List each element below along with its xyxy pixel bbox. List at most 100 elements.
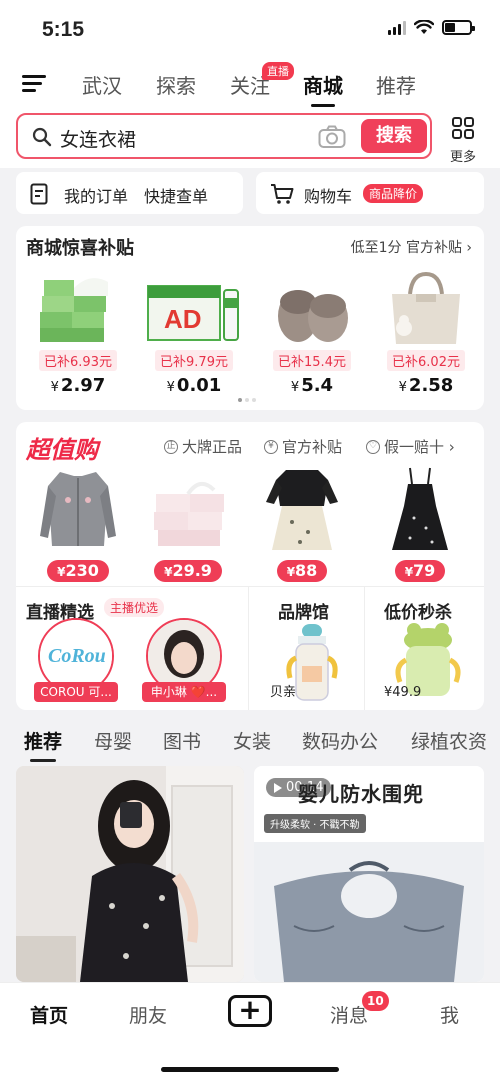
play-icon — [274, 782, 282, 793]
flash-sale-price: ¥49.9 — [384, 685, 422, 700]
deal-product[interactable]: ¥79 — [374, 466, 466, 582]
subsidy-price: ¥2.97 — [50, 375, 106, 396]
tab-home[interactable]: 首页 — [30, 1001, 68, 1028]
top-nav: 武汉 探索 关注 直播 商城 推荐 — [0, 58, 500, 108]
tab-wuhan[interactable]: 武汉 — [82, 70, 122, 99]
bottom-tab-bar: 首页 朋友 + 消息 10 我 — [0, 982, 500, 1082]
tab-mall[interactable]: 商城 — [303, 70, 343, 107]
anchor-name: 申小琳 ❤️... — [142, 682, 226, 702]
subsidy-card: 商城惊喜补贴 低至1分 官方补贴 › 已补6.93元 ¥2.97 AD 已补9.… — [16, 226, 484, 410]
category-tab-recommend[interactable]: 推荐 — [24, 727, 62, 762]
subsidy-price: ¥0.01 — [166, 375, 222, 396]
feed-card[interactable]: 00:14 婴儿防水围兜 升级柔软 · 不戳不勒 — [254, 766, 484, 982]
category-tab-books[interactable]: 图书 — [163, 727, 201, 754]
tab-explore[interactable]: 探索 — [156, 70, 196, 99]
svg-text:CoRou: CoRou — [48, 645, 106, 667]
tab-recommend[interactable]: 推荐 — [376, 70, 416, 99]
slippers-image — [262, 272, 362, 346]
feed-photo-woman — [16, 766, 244, 982]
subsidy-tag: 已补6.02元 — [387, 350, 465, 371]
tab-me[interactable]: 我 — [440, 1001, 459, 1028]
two-piece-dress-image — [262, 466, 342, 552]
subsidy-tag: 已补6.93元 — [39, 350, 117, 371]
category-tab-womenswear[interactable]: 女装 — [233, 727, 271, 754]
category-tab-mother-baby[interactable]: 母婴 — [94, 727, 132, 754]
live-badge: 直播 — [262, 62, 294, 80]
subsidy-tag: 已补9.79元 — [155, 350, 233, 371]
cart-icon — [271, 184, 294, 204]
subsidy-product[interactable]: AD 已补9.79元 ¥0.01 — [142, 272, 246, 396]
status-icons — [388, 20, 475, 35]
camera-icon[interactable] — [318, 125, 346, 149]
price-drop-badge: 商品降价 — [363, 184, 424, 203]
divider — [248, 586, 249, 710]
menu-icon[interactable] — [22, 75, 46, 93]
subsidy-price: ¥2.58 — [398, 375, 454, 396]
subsidy-product[interactable]: 已补15.4元 ¥5.4 — [260, 272, 364, 396]
subsidy-tag: 已补15.4元 — [273, 350, 351, 371]
category-tab-plants[interactable]: 绿植农资 — [411, 727, 487, 754]
flash-sale-product[interactable]: ¥49.9 — [376, 618, 466, 706]
deal-feature: ¥ 官方补贴 — [264, 436, 342, 457]
cardigan-image — [38, 466, 118, 552]
search-icon — [32, 127, 52, 147]
feed-headline: 婴儿防水围兜 — [298, 782, 424, 806]
divider — [364, 586, 365, 710]
cellular-signal-icon — [388, 20, 406, 35]
home-indicator — [161, 1067, 339, 1072]
tissue-image — [28, 272, 128, 346]
deal-card: 超值购 正 大牌正品 ¥ 官方补贴 ♡ 假一赔十 › ¥230 ¥29.9 ¥8… — [16, 422, 484, 710]
deal-product[interactable]: ¥230 — [32, 466, 124, 582]
deal-product[interactable]: ¥88 — [256, 466, 348, 582]
status-bar: 5:15 — [0, 0, 500, 58]
messages-badge: 10 — [362, 991, 389, 1011]
tissue-pack-image — [148, 466, 228, 552]
deal-price: ¥230 — [47, 560, 109, 582]
create-button[interactable]: + — [228, 995, 272, 1027]
cart-label: 购物车 — [304, 187, 353, 206]
feed-card[interactable] — [16, 766, 244, 982]
tab-friends[interactable]: 朋友 — [129, 1001, 167, 1028]
anchor-picks-badge: 主播优选 — [104, 598, 165, 617]
deal-logo: 超值购 — [26, 436, 98, 464]
subsidy-product[interactable]: 已补6.93元 ¥2.97 — [26, 272, 130, 396]
more-button[interactable]: 更多 — [446, 116, 480, 165]
subsidy-title: 商城惊喜补贴 — [26, 238, 134, 259]
order-list-icon — [30, 183, 48, 205]
slip-dress-image — [380, 466, 460, 552]
subsidy-product[interactable]: 已补6.02元 ¥2.58 — [374, 271, 478, 396]
wifi-icon — [414, 20, 434, 34]
deal-feature: 正 大牌正品 — [164, 436, 242, 457]
deal-feature-link[interactable]: ♡ 假一赔十 › — [366, 436, 455, 457]
anchor-name: COROU 可... — [34, 682, 118, 702]
live-anchor[interactable]: CoRou COROU 可... — [34, 618, 118, 702]
search-input[interactable]: 女连衣裙 搜索 — [16, 113, 432, 159]
subsidy-icon: ¥ — [264, 439, 278, 454]
search-button[interactable]: 搜索 — [361, 119, 427, 153]
brand-product[interactable]: 贝亲 — [262, 618, 352, 706]
handbag-image — [376, 271, 476, 346]
more-label: 更多 — [449, 150, 476, 165]
category-tab-digital-office[interactable]: 数码办公 — [302, 727, 378, 754]
deal-price: ¥88 — [276, 560, 328, 582]
live-anchor[interactable]: 申小琳 ❤️... — [142, 618, 226, 702]
guarantee-icon: ♡ — [366, 439, 380, 454]
deal-price: ¥29.9 — [154, 560, 222, 582]
deal-product[interactable]: ¥29.9 — [142, 466, 234, 582]
subsidy-more-link[interactable]: 低至1分 官方补贴 › — [351, 237, 472, 257]
brand-label: 贝亲 — [270, 685, 297, 700]
status-time: 5:15 — [42, 18, 85, 41]
svg-text:AD: AD — [164, 304, 202, 334]
carousel-indicator — [238, 398, 256, 402]
cart-button[interactable]: 购物车 商品降价 — [256, 172, 484, 214]
category-tabs: 推荐 母婴 图书 女装 数码办公 绿植农资 — [0, 716, 500, 762]
subsidy-price: ¥5.4 — [290, 375, 334, 396]
divider — [16, 586, 484, 587]
quick-check-label[interactable]: 快捷查单 — [144, 183, 208, 207]
search-query: 女连衣裙 — [60, 129, 137, 151]
authentic-icon: 正 — [164, 439, 178, 454]
search-area: 女连衣裙 搜索 更多 — [0, 108, 500, 168]
ad-milk-drink-image: AD — [144, 272, 244, 346]
my-orders-button[interactable]: 我的订单 快捷查单 — [16, 172, 243, 214]
deal-price: ¥79 — [394, 560, 446, 582]
